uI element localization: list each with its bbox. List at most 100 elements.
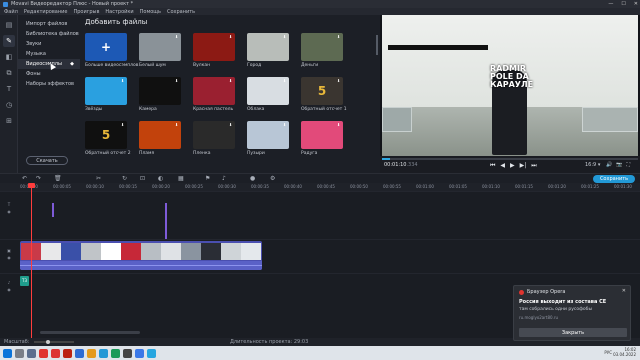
download-icon[interactable]: ⬇ (175, 123, 179, 127)
tray-lang[interactable]: РУС (604, 350, 612, 355)
download-icon[interactable]: ⬇ (121, 123, 125, 127)
menu-help[interactable]: Помощь (140, 9, 161, 15)
record-icon[interactable]: ● (250, 175, 255, 182)
minimize-button[interactable]: — (608, 1, 613, 7)
yandex-icon[interactable] (39, 348, 48, 358)
download-icon[interactable]: ⬇ (175, 79, 179, 83)
zoom-slider[interactable] (34, 340, 74, 344)
category-backgrounds[interactable]: Фоны (18, 69, 80, 79)
app-icon[interactable] (75, 348, 84, 358)
audio-icon[interactable]: ♪ (222, 175, 226, 182)
media-icon[interactable]: ✎ (3, 35, 15, 47)
sample-tile[interactable]: ⬇ Город (247, 33, 289, 68)
maximize-button[interactable]: ☐ (621, 1, 625, 7)
eye-icon[interactable]: ◉ (7, 255, 11, 260)
more-tools-icon[interactable]: ⊞ (3, 115, 15, 127)
skip-start-icon[interactable]: ⏮ (490, 162, 495, 170)
explorer-icon[interactable] (87, 348, 96, 358)
delete-icon[interactable]: 🗑 (54, 175, 62, 182)
menu-save[interactable]: Сохранить (167, 9, 195, 15)
settings-icon[interactable]: ⚙ (270, 175, 275, 182)
download-icon[interactable]: ⬇ (229, 79, 233, 83)
sample-tile[interactable]: 5 ⬇ Обратный отсчет 1 (301, 77, 347, 112)
sample-tile[interactable]: ⬇ Красная пастель (193, 77, 235, 112)
play-icon[interactable]: ▶ (510, 162, 515, 170)
menu-edit[interactable]: Редактирование (24, 9, 68, 15)
app-icon[interactable] (63, 348, 72, 358)
category-import[interactable]: Импорт файлов (18, 19, 80, 29)
download-icon[interactable]: ⬇ (337, 123, 341, 127)
sample-tile[interactable]: ⬇ Пузыри (247, 121, 289, 156)
playhead[interactable] (28, 183, 35, 339)
eye-icon[interactable]: ◉ (7, 209, 11, 214)
clock-icon[interactable]: ◷ (3, 99, 15, 111)
sample-tile[interactable]: ⬇ Вулкан (193, 33, 235, 68)
crop-icon[interactable]: ⊡ (140, 175, 145, 182)
sample-tile[interactable]: ⬇ Камера (139, 77, 181, 112)
category-music[interactable]: Музыка (18, 49, 80, 59)
app-icon[interactable] (135, 348, 144, 358)
timeline-scrollbar[interactable] (40, 331, 140, 334)
app-icon[interactable] (147, 348, 156, 358)
menu-file[interactable]: Файл (4, 9, 18, 15)
category-effect-packs[interactable]: Наборы эффектов (18, 79, 80, 89)
snapshot-icon[interactable]: 📷 (616, 162, 622, 168)
stabilize-icon[interactable]: ▦ (178, 175, 184, 182)
cut-icon[interactable]: ✂ (96, 175, 101, 182)
download-icon[interactable]: ⬇ (229, 35, 233, 39)
toast-close-button[interactable]: ✕ (622, 288, 626, 294)
aspect-select[interactable]: 16:9 ▾ (585, 162, 600, 168)
undo-icon[interactable]: ↶ (22, 175, 27, 182)
fullscreen-icon[interactable]: ⛶ (626, 162, 630, 168)
download-icon[interactable]: ⬇ (337, 79, 341, 83)
download-icon[interactable]: ⬇ (283, 79, 287, 83)
sample-tile[interactable]: ⬇ Пленка (193, 121, 235, 156)
search-icon[interactable] (15, 348, 24, 358)
filters-icon[interactable]: ◧ (3, 51, 15, 63)
download-icon[interactable]: ⬇ (283, 123, 287, 127)
menu-settings[interactable]: Настройки (105, 9, 133, 15)
sample-tile[interactable]: ⬇ Белый шум (139, 33, 181, 68)
download-icon[interactable]: ⬇ (175, 35, 179, 39)
audio-clip[interactable]: Т3 (20, 276, 29, 286)
category-library[interactable]: Библиотека файлов (18, 29, 80, 39)
download-icon[interactable]: ⬇ (337, 35, 341, 39)
sample-tile[interactable]: 5 ⬇ Обратный отсчет 2 (85, 121, 131, 156)
download-button[interactable]: Скачать (26, 156, 68, 165)
close-button[interactable]: ✕ (634, 1, 638, 7)
sample-tile[interactable]: ⬇ Деньги (301, 33, 343, 68)
timeline-ruler[interactable]: 00:00:0000:00:0500:00:1000:00:1500:00:20… (0, 183, 640, 191)
content-scrollbar[interactable] (375, 15, 379, 173)
redo-icon[interactable]: ↷ (36, 175, 41, 182)
category-sounds[interactable]: Звуки (18, 39, 80, 49)
video-preview[interactable]: RADMIR POLE DA КАРАУЛЕ (382, 15, 638, 156)
skip-end-icon[interactable]: ⏭ (531, 162, 536, 170)
menu-playback[interactable]: Проигрыв (73, 9, 99, 15)
start-icon[interactable] (3, 348, 12, 358)
sample-tile[interactable]: ⬇ Звёзды (85, 77, 127, 112)
sample-tile[interactable]: ⬇ Радуга (301, 121, 343, 156)
download-icon[interactable]: ⬇ (229, 123, 233, 127)
volume-icon[interactable]: 🔊 (606, 162, 612, 168)
effect-marker[interactable] (165, 203, 167, 239)
download-icon[interactable]: ⬇ (121, 79, 125, 83)
rotate-icon[interactable]: ↻ (122, 175, 127, 182)
titles-icon[interactable]: T (3, 83, 15, 95)
opera-icon[interactable] (51, 348, 60, 358)
app-icon[interactable] (111, 348, 120, 358)
download-icon[interactable]: ⬇ (283, 35, 287, 39)
mute-icon[interactable]: ◉ (7, 287, 11, 292)
step-forward-icon[interactable]: ▶| (520, 162, 527, 170)
task-view-icon[interactable] (27, 348, 36, 358)
sample-tile[interactable]: ⬇ Пламя (139, 121, 181, 156)
import-icon[interactable]: ▤ (3, 19, 15, 31)
app-icon[interactable] (123, 348, 132, 358)
toast-close-action[interactable]: Закрыть (519, 328, 627, 337)
color-icon[interactable]: ◐ (158, 175, 163, 182)
save-button[interactable]: Сохранить (593, 175, 635, 183)
sample-tile[interactable]: + Больше видеосэмплов (85, 33, 138, 68)
step-back-icon[interactable]: ◀ (500, 162, 505, 170)
effect-marker[interactable] (52, 203, 54, 217)
playback-progress[interactable] (382, 158, 638, 160)
movavi-icon[interactable] (99, 348, 108, 358)
